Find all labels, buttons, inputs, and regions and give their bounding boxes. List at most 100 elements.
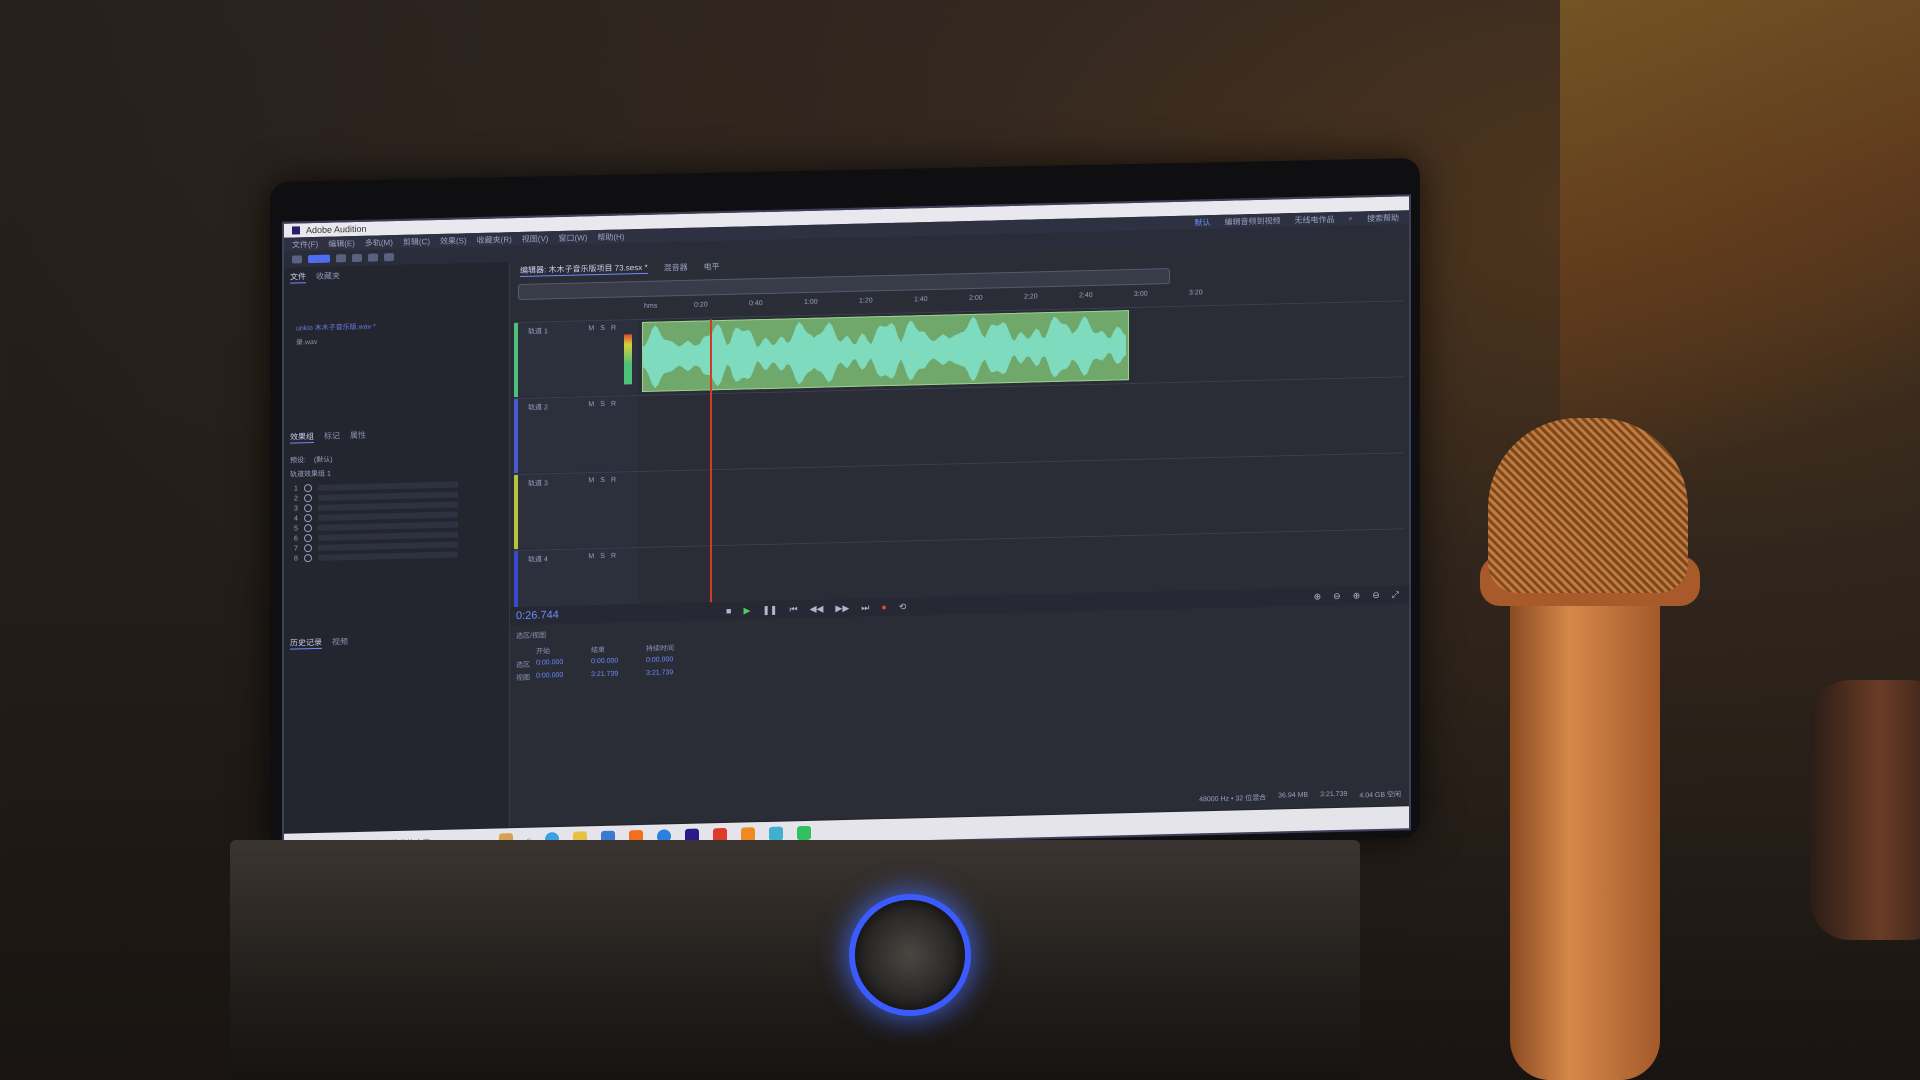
selection-end[interactable]: 0:00.000	[591, 657, 646, 668]
loop-icon[interactable]: ⟲	[899, 601, 907, 612]
tab-files[interactable]: 文件	[290, 271, 306, 284]
record-arm-button[interactable]: R	[611, 401, 616, 411]
ruler-tick: 2:40	[1079, 291, 1093, 300]
menu-help[interactable]: 帮助(H)	[597, 231, 624, 243]
menu-file[interactable]: 文件(F)	[292, 238, 318, 250]
view-duration[interactable]: 3:21.739	[646, 668, 706, 679]
wechat-icon[interactable]	[797, 825, 812, 841]
selection-start[interactable]: 0:00.000	[536, 658, 591, 669]
sample-format: 48000 Hz • 32 位混合	[1199, 794, 1267, 804]
window-title: Adobe Audition	[306, 223, 367, 236]
zoom-out-time-icon[interactable]: ⊖	[1372, 589, 1380, 600]
tab-meter[interactable]: 电平	[704, 261, 720, 272]
memory-usage: 36.94 MB	[1278, 791, 1309, 800]
tab-effects-rack[interactable]: 效果组	[290, 431, 314, 444]
record-arm-button[interactable]: R	[611, 325, 616, 335]
go-to-end-icon[interactable]: ⏭	[861, 602, 869, 613]
tab-favorites[interactable]: 收藏夹	[316, 270, 340, 283]
waveform-view-button[interactable]	[292, 255, 302, 264]
tab-mixer[interactable]: 混音器	[664, 261, 688, 273]
power-icon[interactable]	[303, 544, 312, 553]
view-end[interactable]: 3:21.739	[591, 670, 646, 681]
pause-icon[interactable]: ❚❚	[762, 604, 777, 615]
slip-tool-icon[interactable]	[368, 253, 378, 262]
razor-tool-icon[interactable]	[352, 253, 362, 263]
solo-button[interactable]: S	[600, 325, 605, 335]
ruler-tick: 1:00	[804, 298, 818, 307]
rewind-icon[interactable]: ◀◀	[810, 603, 824, 614]
free-space: 4.04 GB 空闲	[1359, 791, 1401, 800]
track-header: 轨道 3 M S R	[514, 472, 638, 550]
go-to-start-icon[interactable]: ⏮	[789, 604, 797, 615]
menu-clip[interactable]: 剪辑(C)	[403, 236, 430, 248]
microphone-grille	[1488, 418, 1688, 593]
ruler-tick: 1:20	[859, 297, 873, 305]
menu-effects[interactable]: 效果(S)	[440, 235, 467, 247]
selection-duration[interactable]: 0:00.000	[646, 655, 706, 666]
power-icon[interactable]	[303, 524, 312, 533]
header-duration: 持续时间	[646, 645, 674, 653]
playhead[interactable]	[710, 319, 712, 605]
slot-number: 3	[294, 504, 298, 513]
mute-button[interactable]: M	[588, 553, 594, 563]
track-color	[514, 399, 518, 474]
app-icon[interactable]	[769, 826, 784, 841]
play-icon[interactable]: ▶	[743, 605, 750, 616]
menu-multitrack[interactable]: 多轨(M)	[365, 237, 393, 249]
zoom-in-amplitude-icon[interactable]: ⊕	[1314, 591, 1322, 602]
header-start: 开始	[536, 648, 550, 656]
slot-number: 2	[294, 494, 298, 503]
ruler-tick: 0:40	[749, 300, 763, 308]
menu-view[interactable]: 视图(V)	[522, 233, 549, 245]
ruler-tick: 3:00	[1134, 290, 1148, 298]
workspace-default[interactable]: 默认	[1195, 217, 1211, 228]
track-header: 轨道 4 M S R	[514, 548, 638, 608]
zoom-full-icon[interactable]: ⤢	[1392, 589, 1399, 600]
tab-editor[interactable]: 编辑器: 木木子音乐版项目 73.sesx *	[520, 261, 648, 277]
menu-edit[interactable]: 编辑(E)	[328, 238, 355, 250]
solo-button[interactable]: S	[600, 477, 605, 487]
menu-window[interactable]: 窗口(W)	[558, 232, 587, 244]
tab-video[interactable]: 视频	[332, 636, 348, 648]
multitrack-view-button[interactable]	[308, 254, 330, 264]
track-name[interactable]: 轨道 4	[528, 554, 548, 564]
power-icon[interactable]	[303, 554, 312, 563]
power-icon[interactable]	[303, 494, 312, 503]
left-panel: 文件 收藏夹 unkio 木木子音乐版.wav * 录.wav 效果组 标记 属…	[284, 262, 510, 833]
mute-button[interactable]: M	[588, 477, 594, 487]
search-icon[interactable]: ⌕	[1349, 213, 1353, 224]
fast-forward-icon[interactable]: ▶▶	[835, 602, 849, 613]
zoom-out-amplitude-icon[interactable]: ⊖	[1333, 590, 1341, 601]
record-icon[interactable]: ●	[881, 602, 886, 612]
track-name[interactable]: 轨道 1	[528, 326, 548, 336]
track-name[interactable]: 轨道 2	[528, 402, 548, 412]
tab-properties[interactable]: 属性	[350, 430, 366, 442]
tab-markers[interactable]: 标记	[324, 430, 340, 442]
track-header: 轨道 1 M S R	[514, 320, 638, 398]
solo-button[interactable]: S	[600, 401, 605, 411]
audio-clip[interactable]	[642, 310, 1129, 392]
workspace-radio[interactable]: 无线电作品	[1295, 214, 1335, 226]
power-icon[interactable]	[303, 504, 312, 513]
zoom-in-time-icon[interactable]: ⊕	[1353, 590, 1361, 601]
solo-button[interactable]: S	[600, 553, 605, 563]
slot-number: 4	[294, 514, 298, 523]
record-arm-button[interactable]: R	[611, 477, 616, 487]
time-selection-tool-icon[interactable]	[384, 253, 394, 262]
menu-favorites[interactable]: 收藏夹(R)	[477, 234, 512, 246]
mute-button[interactable]: M	[588, 401, 594, 411]
tab-history[interactable]: 历史记录	[290, 636, 322, 650]
power-icon[interactable]	[303, 514, 312, 523]
preset-select[interactable]: (默认)	[314, 457, 333, 464]
track-name[interactable]: 轨道 3	[528, 478, 548, 488]
move-tool-icon[interactable]	[336, 254, 346, 263]
search-help[interactable]: 搜索帮助	[1367, 212, 1399, 224]
workspace-video[interactable]: 编辑音频到视频	[1225, 215, 1281, 227]
slot-number: 8	[294, 554, 298, 563]
record-arm-button[interactable]: R	[611, 553, 616, 563]
view-start[interactable]: 0:00.000	[536, 671, 591, 682]
power-icon[interactable]	[303, 534, 312, 543]
power-icon[interactable]	[303, 484, 312, 493]
mute-button[interactable]: M	[588, 325, 594, 335]
stop-icon[interactable]: ■	[726, 606, 731, 616]
